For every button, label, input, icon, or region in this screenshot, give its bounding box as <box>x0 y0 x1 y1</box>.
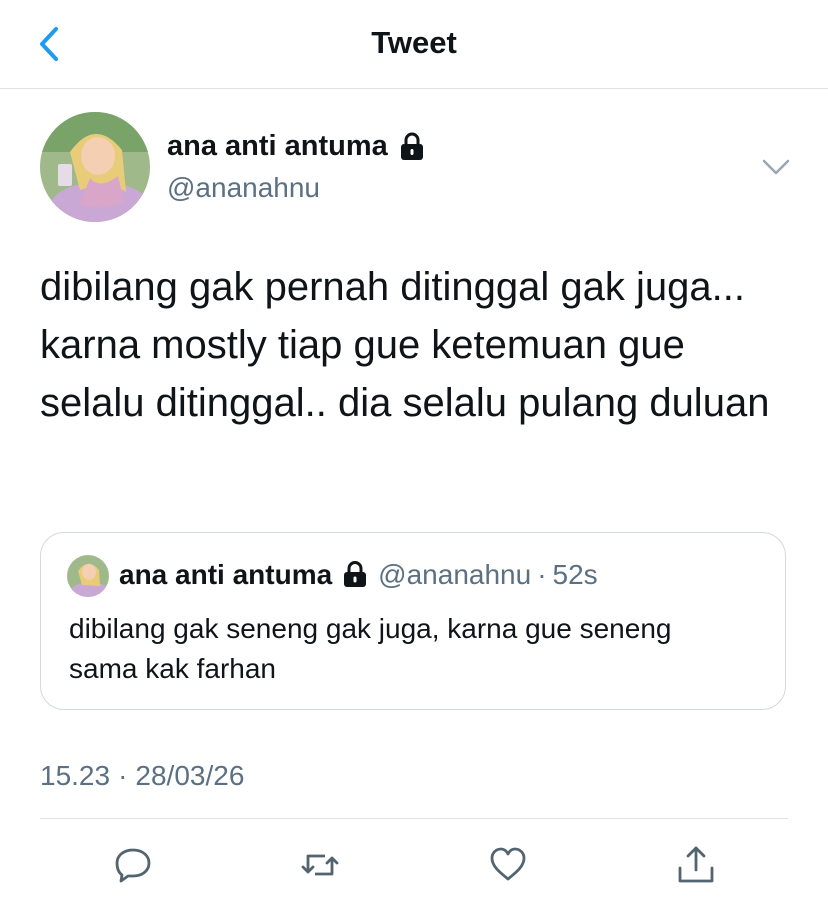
quoted-tweet[interactable]: ana anti antuma @ananahnu · 52s dibilang… <box>40 532 786 710</box>
page-title: Tweet <box>371 25 457 60</box>
profile-picture <box>40 112 150 222</box>
reply-icon <box>115 848 151 883</box>
quoted-author-handle: @ananahnu <box>378 559 532 590</box>
tweet-date: 28/03/26 <box>135 760 245 791</box>
tweet-menu-button[interactable] <box>760 152 792 182</box>
quoted-author-name: ana anti antuma <box>119 559 333 590</box>
quoted-avatar <box>67 555 109 597</box>
chevron-down-icon <box>762 159 790 175</box>
navigation-bar: Tweet <box>0 0 828 89</box>
separator-dot: · <box>118 760 128 791</box>
like-button[interactable] <box>487 844 529 886</box>
share-icon <box>678 846 714 883</box>
author-handle[interactable]: @ananahnu <box>167 172 320 204</box>
quoted-profile-picture <box>67 555 109 597</box>
separator-dot: · <box>537 559 547 590</box>
author-name[interactable]: ana anti antuma <box>167 130 388 163</box>
quoted-timestamp: 52s <box>552 559 598 590</box>
author-name-row: ana anti antuma <box>167 130 426 163</box>
tweet-timestamp: 15.23 · 28/03/26 <box>40 760 244 792</box>
quoted-header: ana anti antuma @ananahnu · 52s <box>119 559 598 591</box>
heart-icon <box>490 847 526 881</box>
quoted-tweet-text: dibilang gak seneng gak juga, karna gue … <box>69 613 672 684</box>
lock-icon <box>344 561 367 587</box>
avatar[interactable] <box>40 112 150 222</box>
divider <box>40 818 788 819</box>
retweet-icon <box>301 854 339 876</box>
share-button[interactable] <box>675 844 717 886</box>
reply-button[interactable] <box>112 844 154 886</box>
lock-icon <box>400 132 423 160</box>
tweet-time: 15.23 <box>40 760 111 791</box>
tweet-text: dibilang gak pernah ditinggal gak juga..… <box>40 265 770 425</box>
retweet-button[interactable] <box>299 844 341 886</box>
